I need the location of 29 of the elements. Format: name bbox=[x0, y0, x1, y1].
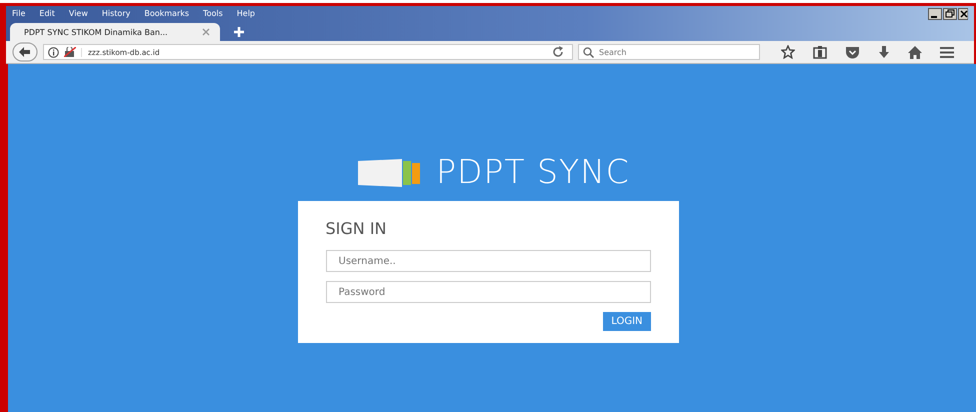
minimize-icon[interactable] bbox=[928, 8, 942, 20]
menu-item[interactable]: Edit bbox=[39, 9, 55, 18]
menu-item[interactable]: Bookmarks bbox=[144, 9, 190, 18]
lock-icon bbox=[64, 47, 76, 57]
clipboard-icon[interactable] bbox=[813, 45, 827, 59]
menu-item[interactable]: View bbox=[68, 9, 88, 18]
menu-item[interactable]: Tools bbox=[203, 9, 223, 18]
star-icon[interactable] bbox=[781, 45, 795, 59]
plus-icon[interactable] bbox=[234, 27, 244, 37]
search-field[interactable]: Search bbox=[578, 44, 760, 60]
browser-tab[interactable]: PDPT SYNC STIKOM Dinamika Ban... bbox=[10, 23, 220, 41]
download-icon[interactable] bbox=[878, 46, 890, 58]
info-icon bbox=[48, 46, 59, 58]
menu-item[interactable]: Help bbox=[236, 9, 256, 18]
tab-title: PDPT SYNC STIKOM Dinamika Ban... bbox=[24, 28, 169, 36]
password-field[interactable]: Password bbox=[326, 281, 650, 303]
menu-icon[interactable] bbox=[940, 46, 954, 58]
login-button[interactable]: LOGIN bbox=[603, 312, 650, 331]
back-icon[interactable] bbox=[12, 42, 38, 62]
menu-item[interactable]: History bbox=[102, 9, 130, 18]
pocket-icon[interactable] bbox=[845, 46, 860, 58]
card-title: SIGN IN bbox=[326, 219, 388, 238]
reload-icon[interactable] bbox=[552, 46, 564, 58]
menu-item[interactable]: File bbox=[12, 9, 26, 18]
close-icon[interactable] bbox=[958, 8, 968, 20]
logo-text: PDPT SYNC bbox=[436, 152, 630, 191]
home-icon[interactable] bbox=[908, 46, 922, 58]
restore-icon[interactable] bbox=[943, 8, 957, 20]
username-field[interactable]: Username.. bbox=[326, 250, 650, 272]
